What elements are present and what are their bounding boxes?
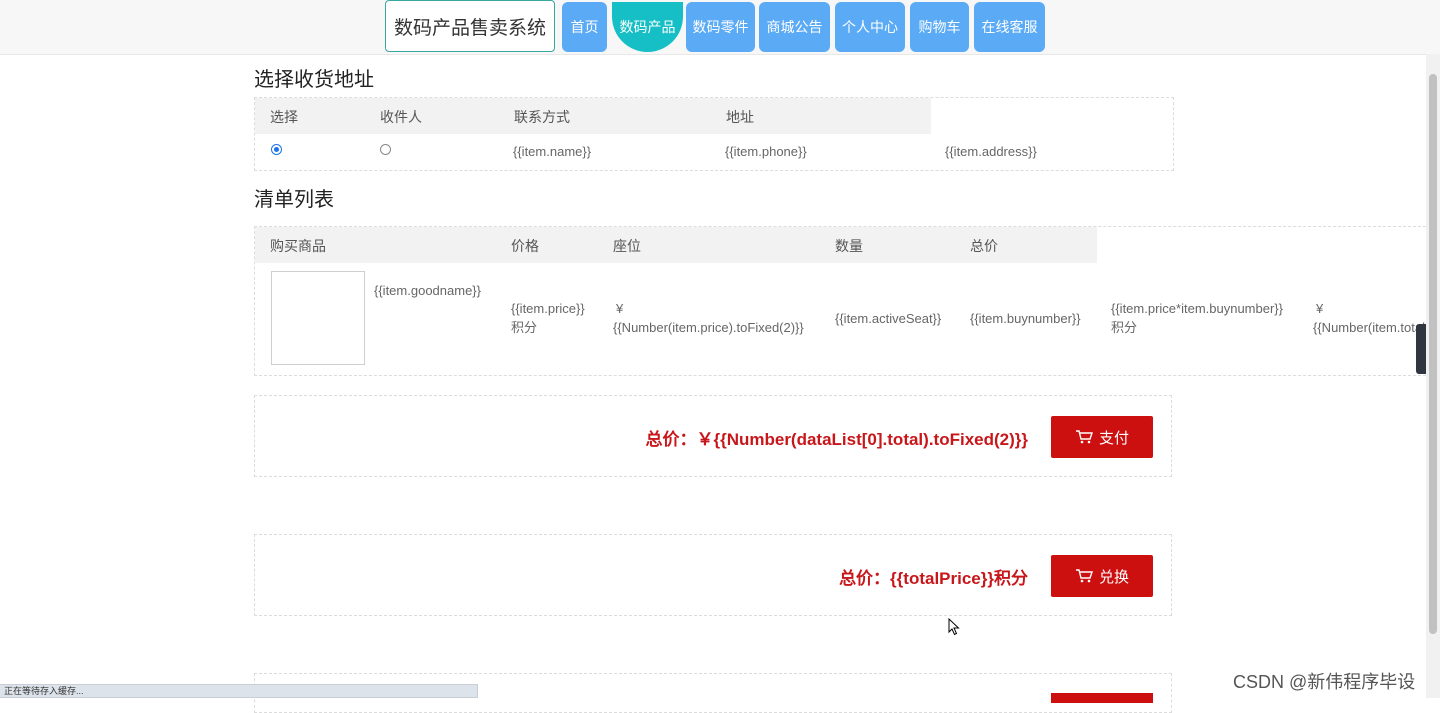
header-quantity: 数量 bbox=[835, 238, 863, 254]
price-money-symbol: ¥ bbox=[616, 301, 624, 316]
seat-value: {{item.activeSeat}} bbox=[835, 311, 942, 326]
price-points: {{item.price}} bbox=[511, 301, 585, 316]
price-points-unit: 积分 bbox=[511, 320, 538, 335]
address-section-title: 选择收货地址 bbox=[254, 69, 374, 91]
top-navbar: 数码产品售卖系统 首页 数码产品 数码零件 商城公告 个人中心 购物车 在线客服 bbox=[0, 0, 1440, 55]
total-money: {{Number(item.total bbox=[1313, 320, 1425, 335]
header-address: 地址 bbox=[726, 109, 754, 125]
next-button-partial[interactable] bbox=[1051, 693, 1153, 703]
cart-icon bbox=[1075, 568, 1093, 584]
exchange-total-text: 总价：{{totalPrice}}积分 bbox=[839, 569, 1028, 588]
vertical-scrollbar[interactable] bbox=[1426, 54, 1440, 698]
product-image[interactable] bbox=[271, 271, 365, 365]
address-table-header: 选择 收件人 联系方式 地址 bbox=[255, 98, 931, 134]
total-money-symbol: ¥ bbox=[1316, 301, 1324, 316]
cart-icon bbox=[1075, 429, 1093, 445]
header-product: 购买商品 bbox=[270, 238, 326, 254]
browser-status-bar: 正在等待存入缓存... bbox=[0, 684, 478, 698]
nav-item-home[interactable]: 首页 bbox=[562, 2, 607, 52]
quantity-value: {{item.buynumber}} bbox=[970, 311, 1081, 326]
pay-button-label: 支付 bbox=[1098, 429, 1129, 447]
nav-item-announcements[interactable]: 商城公告 bbox=[759, 2, 830, 52]
nav-item-personal-center[interactable]: 个人中心 bbox=[835, 2, 905, 52]
header-price: 价格 bbox=[511, 238, 539, 254]
exchange-button-label: 兑换 bbox=[1098, 568, 1129, 586]
pay-box: 总价：￥{{Number(dataList[0].total).toFixed(… bbox=[254, 395, 1172, 477]
price-money: {{Number(item.price).toFixed(2)}} bbox=[613, 320, 804, 335]
pay-button[interactable]: 支付 bbox=[1051, 416, 1153, 458]
mouse-cursor-icon bbox=[948, 617, 960, 641]
total-points-unit: 积分 bbox=[1111, 320, 1138, 335]
nav-item-cart[interactable]: 购物车 bbox=[910, 2, 969, 52]
total-points: {{item.price*item.buynumber}} bbox=[1111, 301, 1283, 316]
exchange-button[interactable]: 兑换 bbox=[1051, 555, 1153, 597]
header-recipient: 收件人 bbox=[380, 109, 422, 125]
address-row-phone: {{item.phone}} bbox=[725, 144, 807, 159]
header-total: 总价 bbox=[970, 238, 998, 254]
scrollbar-thumb[interactable] bbox=[1429, 74, 1437, 634]
order-section-title: 清单列表 bbox=[254, 189, 334, 211]
brand-title[interactable]: 数码产品售卖系统 bbox=[385, 0, 555, 52]
header-select: 选择 bbox=[270, 109, 298, 125]
pay-total-text: 总价：￥{{Number(dataList[0].total).toFixed(… bbox=[645, 430, 1028, 449]
header-contact: 联系方式 bbox=[514, 109, 570, 125]
nav-item-digital-parts[interactable]: 数码零件 bbox=[686, 2, 755, 52]
address-radio-selected[interactable] bbox=[271, 144, 282, 155]
address-row-name: {{item.name}} bbox=[513, 144, 592, 159]
order-table-header: 购买商品 价格 座位 数量 总价 bbox=[255, 227, 1097, 263]
product-name: {{item.goodname}} bbox=[374, 283, 481, 298]
watermark: CSDN @新伟程序毕设 bbox=[1233, 672, 1416, 692]
address-radio[interactable] bbox=[380, 144, 391, 155]
exchange-box: 总价：{{totalPrice}}积分 兑换 bbox=[254, 534, 1172, 616]
nav-item-customer-service[interactable]: 在线客服 bbox=[974, 2, 1045, 52]
nav-item-digital-products[interactable]: 数码产品 bbox=[612, 2, 683, 52]
header-seat: 座位 bbox=[613, 238, 641, 254]
address-row-address: {{item.address}} bbox=[945, 144, 1037, 159]
